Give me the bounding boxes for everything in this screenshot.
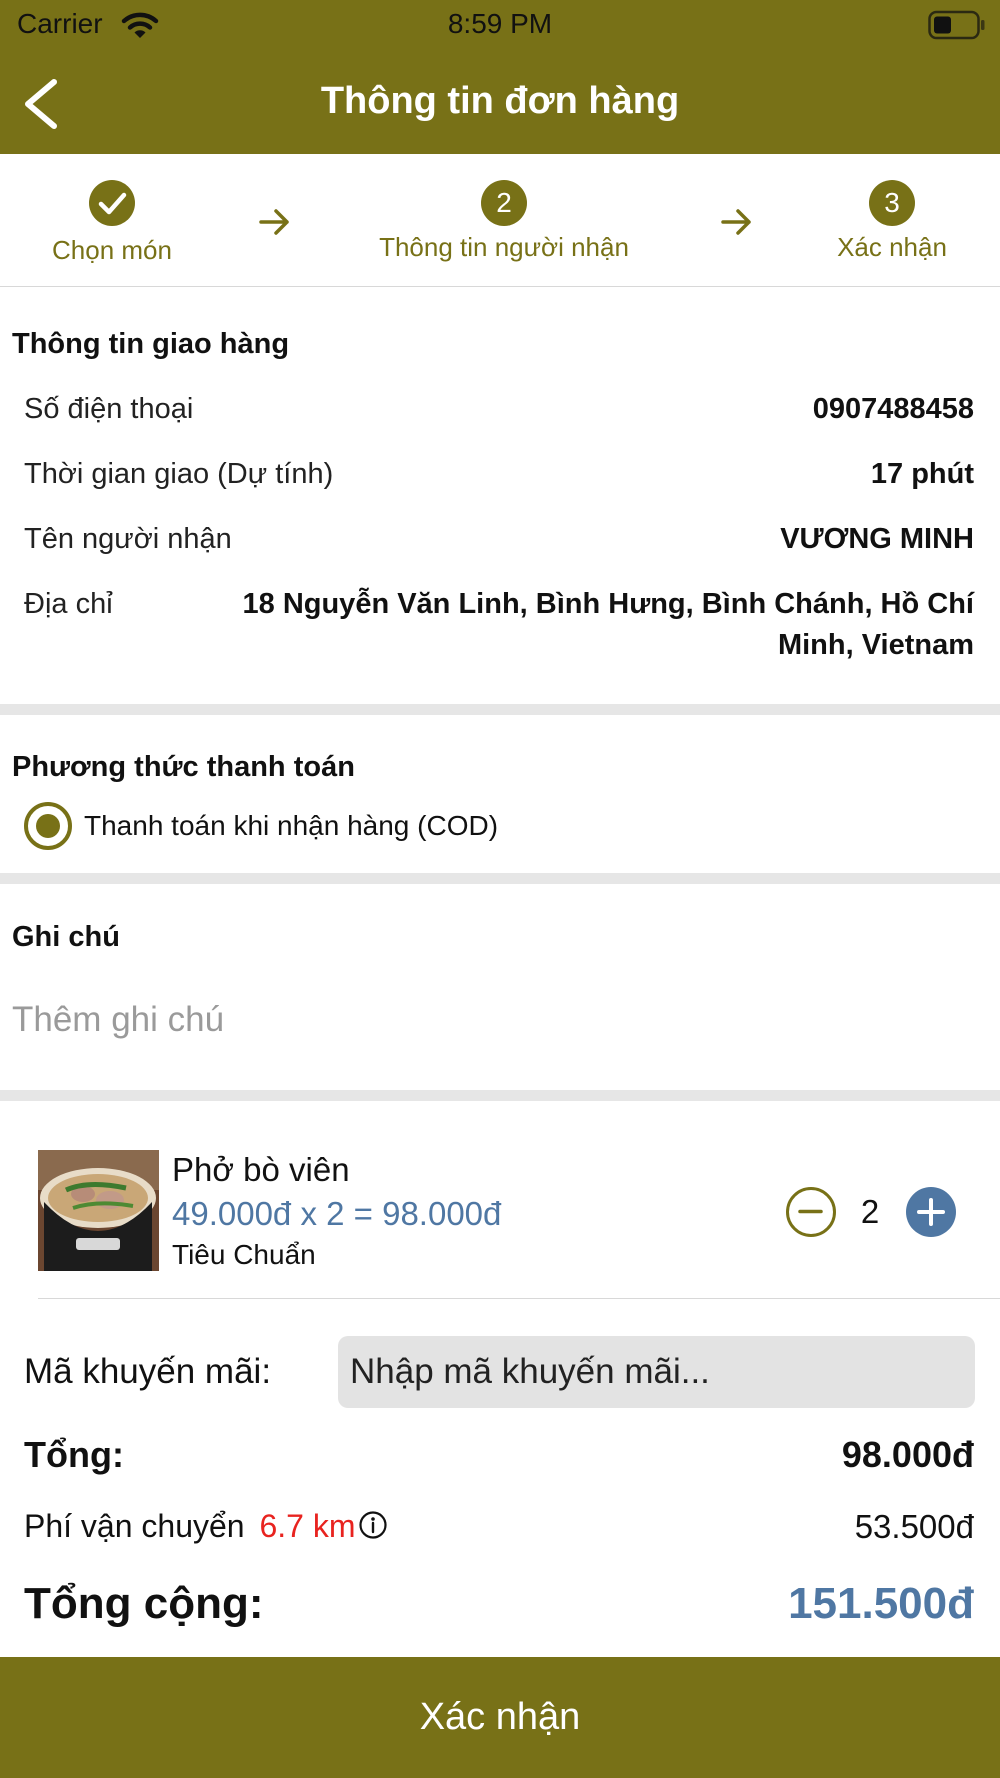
step-2-number: 2 [481, 180, 527, 226]
section-divider [0, 1090, 1000, 1101]
radio-selected-dot [36, 814, 60, 838]
recipient-label: Tên người nhận [24, 523, 232, 555]
phone-value: 0907488458 [812, 393, 974, 425]
address-value-line1: 18 Nguyễn Văn Linh, Bình Hưng, Bình Chán… [242, 588, 975, 620]
plus-icon [917, 1198, 945, 1226]
total-value: 151.500đ [788, 1579, 974, 1628]
arrow-right-icon [721, 209, 751, 235]
delivery-section-title: Thông tin giao hàng [12, 328, 290, 360]
note-input[interactable] [12, 990, 972, 1050]
step-2-label[interactable]: Thông tin người nhận [354, 232, 654, 263]
step-1-check-icon [89, 180, 135, 226]
step-3-number: 3 [869, 180, 915, 226]
promo-label: Mã khuyến mãi: [24, 1352, 272, 1391]
status-time: 8:59 PM [447, 8, 553, 39]
subtotal-label: Tổng: [24, 1434, 124, 1475]
item-quantity: 2 [860, 1193, 880, 1230]
address-value-line2: Minh, Vietnam [777, 629, 974, 661]
info-icon[interactable] [358, 1510, 388, 1540]
confirm-button[interactable]: Xác nhận [0, 1657, 1000, 1778]
subtotal-value: 98.000đ [841, 1434, 974, 1475]
section-divider [0, 873, 1000, 884]
total-label: Tổng cộng: [24, 1579, 264, 1628]
delivery-time-label: Thời gian giao (Dự tính) [24, 458, 334, 490]
recipient-value: VƯƠNG MINH [780, 523, 974, 555]
note-section-title: Ghi chú [12, 921, 120, 953]
section-divider [0, 704, 1000, 715]
payment-section-title: Phương thức thanh toán [12, 751, 355, 783]
step-3-label[interactable]: Xác nhận [812, 232, 972, 263]
promo-code-input[interactable] [338, 1336, 975, 1408]
item-variant: Tiêu Chuẩn [172, 1239, 316, 1270]
page-title: Thông tin đơn hàng [320, 80, 680, 122]
delivery-time-value: 17 phút [870, 458, 974, 490]
minus-icon [798, 1209, 823, 1214]
shipping-value: 53.500đ [854, 1508, 974, 1545]
arrow-right-icon [259, 209, 289, 235]
phone-label: Số điện thoại [24, 393, 194, 425]
cod-option-label[interactable]: Thanh toán khi nhận hàng (COD) [84, 810, 498, 842]
steps-divider [0, 286, 1000, 287]
address-label: Địa chỉ [24, 588, 113, 620]
step-1-label[interactable]: Chọn món [12, 235, 212, 266]
cod-radio-button[interactable] [24, 802, 72, 850]
shipping-label: Phí vận chuyển [24, 1508, 245, 1544]
item-name: Phở bò viên [172, 1151, 350, 1188]
increase-quantity-button[interactable] [906, 1187, 956, 1237]
shipping-row: Phí vận chuyển 6.7 km [24, 1508, 388, 1545]
pho-bowl-image [38, 1150, 159, 1271]
decrease-quantity-button[interactable] [786, 1187, 836, 1237]
item-price-line: 49.000đ x 2 = 98.000đ [172, 1195, 502, 1232]
item-divider [38, 1298, 1000, 1299]
battery-icon [928, 10, 985, 40]
shipping-distance: 6.7 km [259, 1508, 356, 1544]
